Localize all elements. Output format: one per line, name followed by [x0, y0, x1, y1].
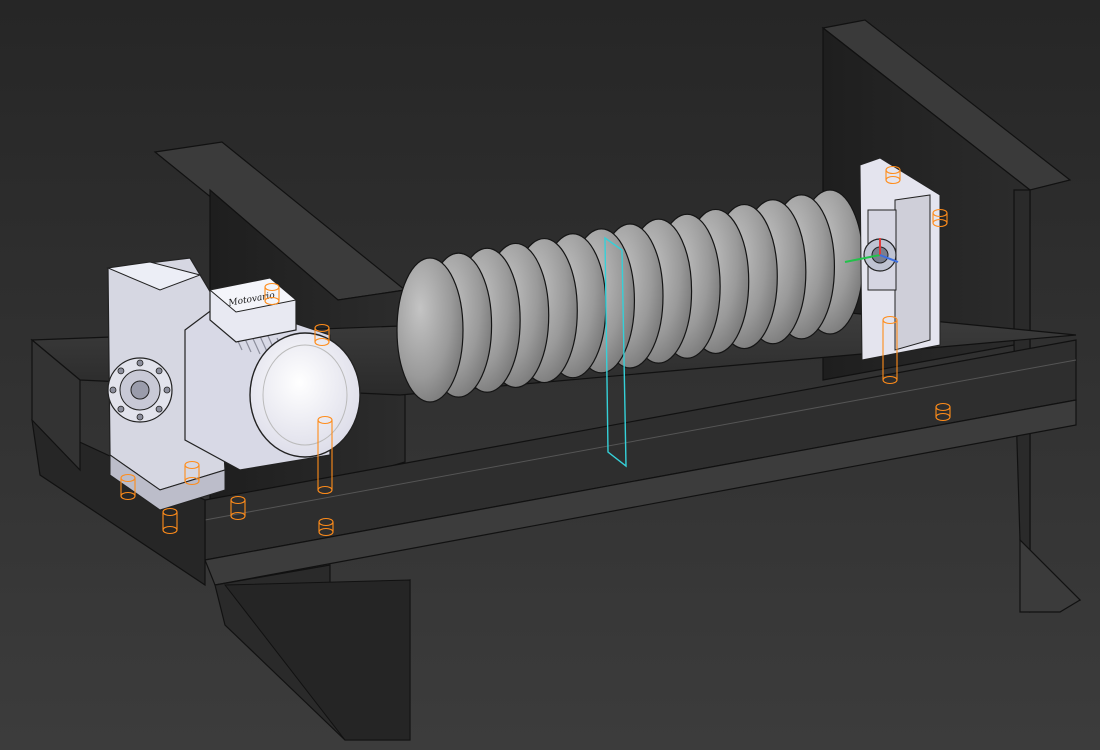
- gearbox-bolt-head: [136, 413, 144, 421]
- gearbox-bolt-head: [155, 367, 163, 375]
- gearbox-bolt-head: [117, 405, 125, 413]
- gearbox-bolt-head: [117, 367, 125, 375]
- screw-flight: [396, 257, 464, 403]
- cad-viewport[interactable]: Motovario: [0, 0, 1100, 750]
- gearbox-bolt-head: [163, 386, 171, 394]
- gearbox-bolt-head: [155, 405, 163, 413]
- gearbox-bolt-head: [136, 359, 144, 367]
- assembly-3d-view[interactable]: Motovario: [0, 0, 1100, 750]
- gearbox-bolt-head: [109, 386, 117, 394]
